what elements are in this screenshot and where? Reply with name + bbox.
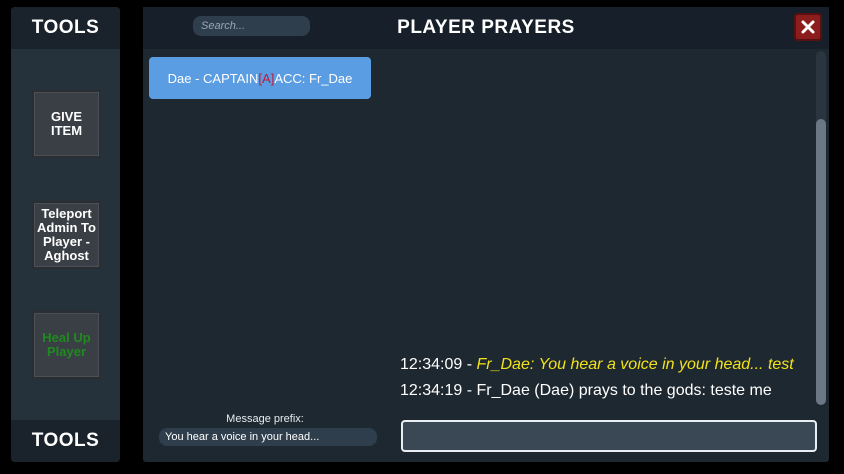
chat-time: 12:34:19 — [400, 382, 463, 399]
admin-tag: [A] — [258, 70, 275, 86]
chat-text: Fr_Dae: You hear a voice in your head...… — [476, 356, 794, 373]
tools-panel: TOOLS GIVE ITEM Teleport Admin To Player… — [11, 7, 120, 462]
teleport-admin-button[interactable]: Teleport Admin To Player - Aghost — [32, 201, 101, 269]
chat-log: 12:34:09 - Fr_Dae: You hear a voice in y… — [397, 51, 813, 405]
chat-separator: - — [462, 356, 477, 373]
player-name: Dae - CAPTAIN — [167, 70, 259, 86]
tools-footer: TOOLS — [11, 420, 120, 462]
chat-line: 12:34:19 - Fr_Dae (Dae) prays to the god… — [400, 382, 772, 400]
search-input[interactable] — [193, 16, 310, 36]
close-button[interactable] — [794, 13, 822, 41]
chat-time: 12:34:09 — [400, 356, 463, 373]
chat-scrollbar[interactable] — [816, 51, 826, 405]
player-prayers-window: PLAYER PRAYERS Dae - CAPTAIN[A] ACC: Fr_… — [143, 7, 829, 462]
chat-text: Fr_Dae (Dae) prays to the gods: teste me — [476, 382, 772, 399]
message-prefix-input[interactable] — [159, 428, 377, 446]
admin-ui: TOOLS GIVE ITEM Teleport Admin To Player… — [0, 0, 844, 474]
chat-area: 12:34:09 - Fr_Dae: You hear a voice in y… — [397, 51, 827, 405]
player-item-dae[interactable]: Dae - CAPTAIN [A] ACC: Fr_Dae — [149, 57, 371, 99]
close-x-icon — [801, 20, 815, 34]
message-prefix-label: Message prefix: — [226, 413, 304, 425]
chat-line: 12:34:09 - Fr_Dae: You hear a voice in y… — [400, 356, 794, 374]
chat-separator: - — [462, 382, 477, 399]
message-input[interactable] — [401, 420, 817, 452]
player-account: ACC: Fr_Dae — [274, 70, 353, 86]
tools-header: TOOLS — [11, 7, 120, 49]
player-list: Dae - CAPTAIN [A] ACC: Fr_Dae — [145, 51, 391, 404]
heal-up-player-button[interactable]: Heal Up Player — [32, 311, 101, 379]
message-prefix-area: Message prefix: — [145, 407, 391, 459]
window-header: PLAYER PRAYERS — [143, 7, 829, 49]
give-item-button[interactable]: GIVE ITEM — [32, 90, 101, 158]
chat-scrollbar-thumb[interactable] — [816, 119, 826, 405]
